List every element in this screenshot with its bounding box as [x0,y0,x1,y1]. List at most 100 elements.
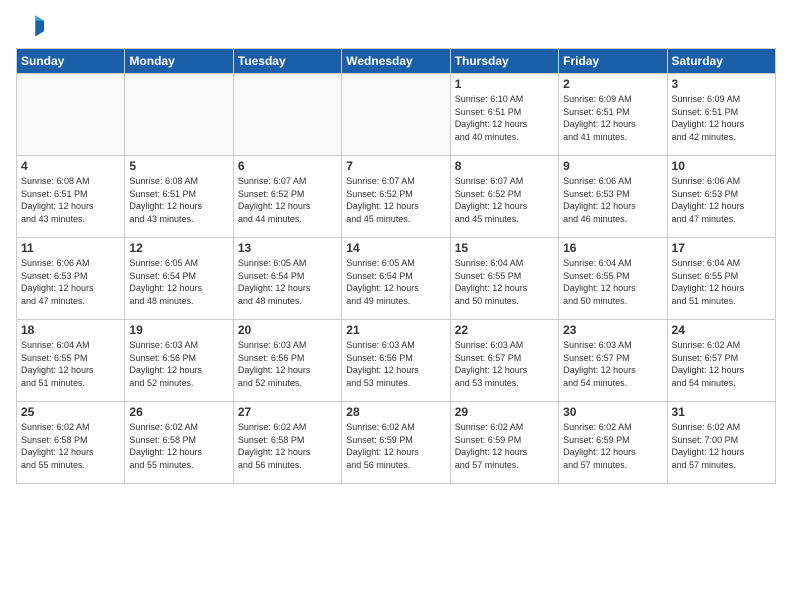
day-info: Sunrise: 6:02 AM Sunset: 6:59 PM Dayligh… [455,421,554,471]
weekday-monday: Monday [125,49,233,74]
day-number: 4 [21,159,120,173]
header [16,12,776,40]
day-info: Sunrise: 6:04 AM Sunset: 6:55 PM Dayligh… [455,257,554,307]
day-info: Sunrise: 6:02 AM Sunset: 6:58 PM Dayligh… [21,421,120,471]
day-cell: 9 Sunrise: 6:06 AM Sunset: 6:53 PM Daylig… [559,156,667,238]
day-cell [125,74,233,156]
day-cell: 26Sunrise: 6:02 AM Sunset: 6:58 PM Dayli… [125,402,233,484]
day-cell: 7 Sunrise: 6:07 AM Sunset: 6:52 PM Daylig… [342,156,450,238]
day-info: Sunrise: 6:09 AM Sunset: 6:51 PM Dayligh… [672,93,771,143]
day-info: Sunrise: 6:02 AM Sunset: 6:58 PM Dayligh… [238,421,337,471]
day-info: Sunrise: 6:03 AM Sunset: 6:56 PM Dayligh… [129,339,228,389]
weekday-friday: Friday [559,49,667,74]
day-number: 28 [346,405,445,419]
day-cell: 24Sunrise: 6:02 AM Sunset: 6:57 PM Dayli… [667,320,775,402]
logo [16,12,48,40]
weekday-saturday: Saturday [667,49,775,74]
day-cell: 5 Sunrise: 6:08 AM Sunset: 6:51 PM Daylig… [125,156,233,238]
week-row-0: 1 Sunrise: 6:10 AM Sunset: 6:51 PM Daylig… [17,74,776,156]
logo-icon [16,12,44,40]
day-info: Sunrise: 6:04 AM Sunset: 6:55 PM Dayligh… [672,257,771,307]
day-info: Sunrise: 6:03 AM Sunset: 6:57 PM Dayligh… [455,339,554,389]
day-number: 18 [21,323,120,337]
weekday-row: SundayMondayTuesdayWednesdayThursdayFrid… [17,49,776,74]
day-info: Sunrise: 6:07 AM Sunset: 6:52 PM Dayligh… [346,175,445,225]
calendar-header: SundayMondayTuesdayWednesdayThursdayFrid… [17,49,776,74]
day-info: Sunrise: 6:06 AM Sunset: 6:53 PM Dayligh… [21,257,120,307]
day-number: 9 [563,159,662,173]
day-number: 27 [238,405,337,419]
day-info: Sunrise: 6:08 AM Sunset: 6:51 PM Dayligh… [21,175,120,225]
day-cell: 15 Sunrise: 6:04 AM Sunset: 6:55 PM Dayli… [450,238,558,320]
week-row-4: 25 Sunrise: 6:02 AM Sunset: 6:58 PM Dayli… [17,402,776,484]
day-info: Sunrise: 6:10 AM Sunset: 6:51 PM Dayligh… [455,93,554,143]
day-cell: 1 Sunrise: 6:10 AM Sunset: 6:51 PM Daylig… [450,74,558,156]
weekday-sunday: Sunday [17,49,125,74]
day-number: 6 [238,159,337,173]
day-info: Sunrise: 6:05 AM Sunset: 6:54 PM Dayligh… [238,257,337,307]
day-cell: 8 Sunrise: 6:07 AM Sunset: 6:52 PM Daylig… [450,156,558,238]
day-cell: 16 Sunrise: 6:04 AM Sunset: 6:55 PM Dayli… [559,238,667,320]
day-info: Sunrise: 6:04 AM Sunset: 6:55 PM Dayligh… [21,339,120,389]
day-info: Sunrise: 6:02 AM Sunset: 6:59 PM Dayligh… [563,421,662,471]
day-info: Sunrise: 6:02 AM Sunset: 6:59 PM Dayligh… [346,421,445,471]
day-cell: 31 Sunrise: 6:02 AM Sunset: 7:00 PM Dayli… [667,402,775,484]
day-number: 20 [238,323,337,337]
day-number: 31 [672,405,771,419]
day-cell: 21Sunrise: 6:03 AM Sunset: 6:56 PM Dayli… [342,320,450,402]
day-cell: 10 Sunrise: 6:06 AM Sunset: 6:53 PM Dayli… [667,156,775,238]
weekday-thursday: Thursday [450,49,558,74]
day-info: Sunrise: 6:03 AM Sunset: 6:57 PM Dayligh… [563,339,662,389]
day-number: 24 [672,323,771,337]
day-cell [233,74,341,156]
day-info: Sunrise: 6:04 AM Sunset: 6:55 PM Dayligh… [563,257,662,307]
day-number: 21 [346,323,445,337]
day-cell: 13 Sunrise: 6:05 AM Sunset: 6:54 PM Dayli… [233,238,341,320]
day-info: Sunrise: 6:02 AM Sunset: 7:00 PM Dayligh… [672,421,771,471]
weekday-wednesday: Wednesday [342,49,450,74]
day-cell: 14 Sunrise: 6:05 AM Sunset: 6:54 PM Dayli… [342,238,450,320]
day-cell: 20Sunrise: 6:03 AM Sunset: 6:56 PM Dayli… [233,320,341,402]
page: SundayMondayTuesdayWednesdayThursdayFrid… [0,0,792,612]
day-number: 17 [672,241,771,255]
calendar-body: 1 Sunrise: 6:10 AM Sunset: 6:51 PM Daylig… [17,74,776,484]
day-info: Sunrise: 6:07 AM Sunset: 6:52 PM Dayligh… [238,175,337,225]
day-info: Sunrise: 6:05 AM Sunset: 6:54 PM Dayligh… [346,257,445,307]
day-cell: 18 Sunrise: 6:04 AM Sunset: 6:55 PM Dayli… [17,320,125,402]
day-cell: 28 Sunrise: 6:02 AM Sunset: 6:59 PM Dayli… [342,402,450,484]
day-cell: 25 Sunrise: 6:02 AM Sunset: 6:58 PM Dayli… [17,402,125,484]
day-number: 12 [129,241,228,255]
day-cell: 12 Sunrise: 6:05 AM Sunset: 6:54 PM Dayli… [125,238,233,320]
day-number: 14 [346,241,445,255]
day-number: 25 [21,405,120,419]
weekday-tuesday: Tuesday [233,49,341,74]
calendar-table: SundayMondayTuesdayWednesdayThursdayFrid… [16,48,776,484]
day-info: Sunrise: 6:07 AM Sunset: 6:52 PM Dayligh… [455,175,554,225]
day-number: 7 [346,159,445,173]
day-cell: 19 Sunrise: 6:03 AM Sunset: 6:56 PM Dayli… [125,320,233,402]
day-info: Sunrise: 6:06 AM Sunset: 6:53 PM Dayligh… [563,175,662,225]
day-number: 15 [455,241,554,255]
day-number: 10 [672,159,771,173]
day-number: 16 [563,241,662,255]
day-info: Sunrise: 6:06 AM Sunset: 6:53 PM Dayligh… [672,175,771,225]
day-number: 5 [129,159,228,173]
day-info: Sunrise: 6:08 AM Sunset: 6:51 PM Dayligh… [129,175,228,225]
day-cell: 30 Sunrise: 6:02 AM Sunset: 6:59 PM Dayli… [559,402,667,484]
day-info: Sunrise: 6:05 AM Sunset: 6:54 PM Dayligh… [129,257,228,307]
day-number: 26 [129,405,228,419]
day-cell: 27 Sunrise: 6:02 AM Sunset: 6:58 PM Dayli… [233,402,341,484]
day-cell: 3 Sunrise: 6:09 AM Sunset: 6:51 PM Daylig… [667,74,775,156]
day-number: 22 [455,323,554,337]
day-number: 2 [563,77,662,91]
day-number: 8 [455,159,554,173]
day-number: 19 [129,323,228,337]
day-cell [17,74,125,156]
day-number: 30 [563,405,662,419]
day-number: 23 [563,323,662,337]
day-number: 13 [238,241,337,255]
day-number: 1 [455,77,554,91]
day-number: 3 [672,77,771,91]
week-row-2: 11Sunrise: 6:06 AM Sunset: 6:53 PM Dayli… [17,238,776,320]
day-cell: 11Sunrise: 6:06 AM Sunset: 6:53 PM Dayli… [17,238,125,320]
